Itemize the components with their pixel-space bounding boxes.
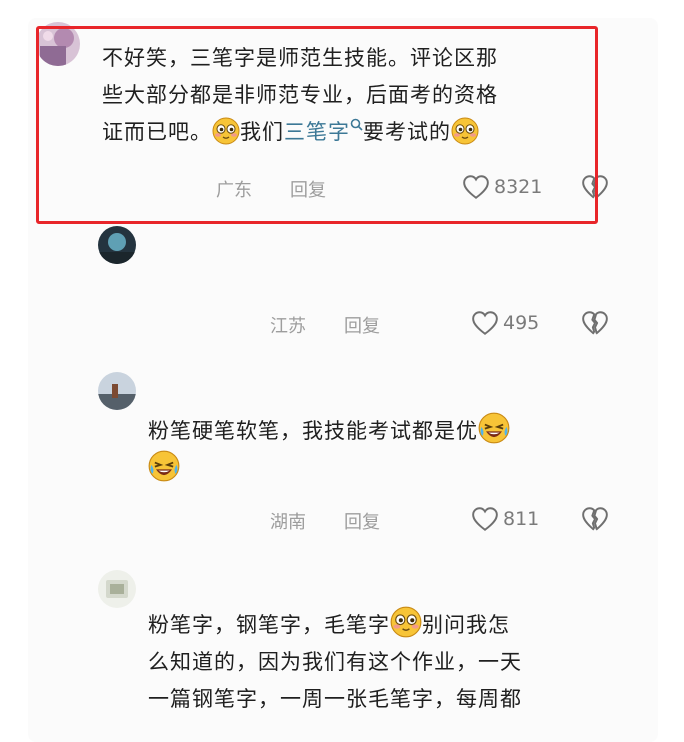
comment-3-avatar[interactable] <box>98 372 136 410</box>
comment-3-line-2 <box>148 450 510 488</box>
comment-1-reply-button[interactable]: 回复 <box>290 176 370 202</box>
comment-2-reply-button[interactable]: 回复 <box>344 312 424 338</box>
comment-3-dislike-button[interactable] <box>581 506 609 536</box>
comment-2-meta: 江苏 回复 <box>270 312 424 338</box>
comment-4-line-1-text: 粉笔字，钢笔字，毛笔字 <box>148 613 390 637</box>
broken-heart-icon <box>581 506 609 532</box>
comment-1-line-2: 些大部分都是非师范专业，后面考的资格 <box>102 83 498 107</box>
comment-1-text: 不好笑，三笔字是师范生技能。评论区那 些大部分都是非师范专业，后面考的资格 证而… <box>102 40 498 151</box>
comment-2-like-button[interactable]: 495 <box>471 310 539 336</box>
comment-4-line-3: 一篇钢笔字，一周一张毛笔字，每周都 <box>148 687 522 711</box>
comment-3-like-button[interactable]: 811 <box>471 506 539 532</box>
comment-2-dislike-button[interactable] <box>581 310 609 340</box>
comment-1-line-1: 不好笑，三笔字是师范生技能。评论区那 <box>102 46 498 70</box>
comment-1-line-3-text-c: 要考试的 <box>363 120 451 144</box>
comment-4-line-2: 么知道的，因为我们有这个作业，一天 <box>148 650 522 674</box>
comment-1-location: 广东 <box>216 180 252 201</box>
comment-1-dislike-button[interactable] <box>581 174 609 204</box>
comment-4-line-1: 粉笔字，钢笔字，毛笔字 别问我怎 <box>148 606 522 644</box>
rolling-laughing-emoji <box>148 450 180 482</box>
comment-3-line-1: 粉笔硬笔软笔，我技能考试都是优 <box>148 412 510 450</box>
comment-2-like-count: 495 <box>503 312 540 334</box>
comment-3-meta: 湖南 回复 <box>270 508 424 534</box>
smiling-blush-emoji <box>451 117 479 145</box>
comment-3-location: 湖南 <box>270 512 306 533</box>
keyword-link[interactable]: 三笔字 <box>284 120 350 144</box>
broken-heart-icon <box>581 310 609 336</box>
rolling-laughing-emoji <box>478 412 510 444</box>
smiling-blush-emoji <box>212 117 240 145</box>
search-icon[interactable] <box>350 118 363 131</box>
comment-4-text: 粉笔字，钢笔字，毛笔字 别问我怎 么知道的，因为我们有这个作业，一天 一篇钢笔字，… <box>148 606 522 718</box>
comment-2-location: 江苏 <box>270 316 306 337</box>
comment-1-line-3-text-b: 我们 <box>240 120 284 144</box>
comment-1-like-button[interactable]: 8321 <box>462 174 542 200</box>
heart-outline-icon <box>471 506 499 532</box>
heart-outline-icon <box>462 174 490 200</box>
broken-heart-icon <box>581 174 609 200</box>
comment-1-line-3: 证而已吧。 我们三笔字 要考试的 <box>102 114 498 151</box>
comment-3-reply-button[interactable]: 回复 <box>344 508 424 534</box>
comment-1-like-count: 8321 <box>494 176 543 198</box>
comment-4-line-1-text-b: 别问我怎 <box>422 613 510 637</box>
comment-3-like-count: 811 <box>503 508 540 530</box>
comment-3-text: 粉笔硬笔软笔，我技能考试都是优 <box>148 412 510 488</box>
comment-3-line-1-text: 粉笔硬笔软笔，我技能考试都是优 <box>148 419 478 443</box>
comment-4-avatar[interactable] <box>98 570 136 608</box>
comment-1-line-3-text: 证而已吧。 <box>102 120 212 144</box>
heart-outline-icon <box>471 310 499 336</box>
comment-1-avatar[interactable] <box>36 22 80 66</box>
comment-2-avatar[interactable] <box>98 226 136 264</box>
comment-1-meta: 广东 回复 <box>216 176 370 202</box>
smiling-blush-emoji <box>390 606 422 638</box>
